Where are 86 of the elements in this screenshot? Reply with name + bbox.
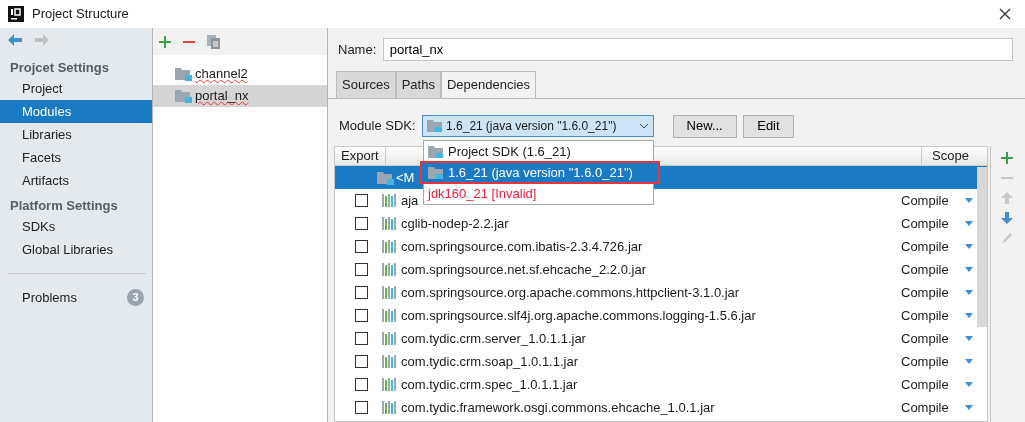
sidebar-item[interactable]: SDKs: [0, 215, 152, 238]
name-label: Name:: [338, 40, 377, 59]
caret-icon[interactable]: [964, 290, 973, 295]
checkbox[interactable]: [355, 309, 368, 322]
checkbox[interactable]: [355, 286, 368, 299]
scope-dropdown[interactable]: Compile: [901, 213, 949, 234]
library-icon: [382, 401, 396, 414]
section-heading: Projcet Settings: [9, 59, 110, 77]
sidebar-item[interactable]: Facets: [0, 146, 152, 169]
checkbox[interactable]: [355, 263, 368, 276]
section-heading: Platform Settings: [9, 197, 119, 215]
scope-dropdown[interactable]: Compile: [901, 397, 949, 418]
module-sdk-label: Module SDK:: [339, 117, 416, 136]
column-header: Export: [335, 146, 386, 166]
name-field[interactable]: portal_nx: [382, 38, 1013, 61]
module-item[interactable]: portal_nx: [153, 85, 327, 107]
checkbox[interactable]: [355, 217, 368, 230]
column-header: Scope: [921, 146, 969, 166]
checkbox[interactable]: [355, 240, 368, 253]
table-row[interactable]: com.tydic.crm.spec_1.0.1.1.jar Compile: [335, 373, 987, 396]
checkbox[interactable]: [355, 332, 368, 345]
folder-icon: [428, 144, 444, 159]
sidebar-item[interactable]: Libraries: [0, 123, 152, 146]
library-icon: [382, 355, 396, 368]
caret-icon[interactable]: [964, 336, 973, 341]
scope-dropdown[interactable]: Compile: [901, 305, 949, 326]
checkbox[interactable]: [355, 378, 368, 391]
checkbox[interactable]: [355, 194, 368, 207]
library-icon: [382, 194, 396, 207]
scope-dropdown[interactable]: Compile: [901, 282, 949, 303]
app-logo-icon: [8, 6, 24, 22]
library-icon: [382, 217, 396, 230]
module-folder-icon: [175, 89, 192, 103]
scrollbar[interactable]: [977, 167, 987, 327]
move-down-icon[interactable]: [1000, 212, 1013, 224]
scope-dropdown[interactable]: Compile: [901, 351, 949, 372]
module-sdk-dropdown[interactable]: 1.6_21 (java version "1.6.0_21"): [422, 115, 655, 137]
table-row[interactable]: com.tydic.crm.soap_1.0.1.1.jar Compile: [335, 350, 987, 373]
tab[interactable]: Sources: [336, 71, 396, 98]
window-title: Project Structure: [32, 5, 129, 24]
caret-icon[interactable]: [964, 405, 973, 410]
module-folder-icon: [175, 67, 192, 81]
dialog-button[interactable]: Edit: [743, 114, 794, 138]
caret-icon[interactable]: [964, 267, 973, 272]
caret-icon[interactable]: [964, 359, 973, 364]
dialog-button[interactable]: New...: [672, 114, 737, 138]
checkbox[interactable]: [355, 355, 368, 368]
library-icon: [382, 309, 396, 322]
scope-dropdown[interactable]: Compile: [901, 259, 949, 280]
library-icon: [382, 286, 396, 299]
library-icon: [382, 263, 396, 276]
tab[interactable]: Paths: [395, 71, 441, 98]
table-row[interactable]: com.tydic.framework.osgi.commons.ehcache_1.0.1.jar Compile: [335, 396, 987, 419]
sidebar-item[interactable]: Artifacts: [0, 169, 152, 192]
table-row[interactable]: com.tydic.crm.server_1.0.1.1.jar Compile: [335, 327, 987, 350]
tab[interactable]: Dependencies: [440, 71, 537, 98]
problems-item[interactable]: Problems: [22, 287, 77, 308]
scope-dropdown[interactable]: Compile: [901, 374, 949, 395]
sdk-option[interactable]: Project SDK (1.6_21): [424, 141, 653, 162]
add-icon[interactable]: [159, 35, 171, 48]
library-icon: [382, 240, 396, 253]
caret-icon: [639, 123, 650, 129]
count-badge: 3: [127, 289, 144, 306]
checkbox[interactable]: [355, 401, 368, 414]
sidebar-item[interactable]: Global Libraries: [0, 238, 152, 261]
copy-icon[interactable]: [207, 34, 221, 49]
caret-icon[interactable]: [964, 313, 973, 318]
scope-dropdown[interactable]: Compile: [901, 236, 949, 257]
library-icon: [382, 378, 396, 391]
caret-icon[interactable]: [964, 244, 973, 249]
sdk-option[interactable]: 1.6_21 (java version "1.6.0_21"): [421, 162, 659, 183]
module-item[interactable]: channel2: [153, 63, 327, 85]
scope-dropdown[interactable]: Compile: [901, 328, 949, 349]
add-icon[interactable]: [1000, 152, 1013, 164]
sidebar-item[interactable]: Modules: [0, 100, 152, 123]
sidebar-item[interactable]: Project: [0, 77, 152, 100]
caret-icon[interactable]: [964, 221, 973, 226]
close-icon[interactable]: [999, 8, 1011, 20]
folder-icon: [427, 119, 444, 133]
back-arrow-icon[interactable]: [8, 34, 22, 46]
caret-icon[interactable]: [964, 198, 973, 203]
caret-icon[interactable]: [964, 382, 973, 387]
scope-dropdown[interactable]: Compile: [901, 190, 949, 211]
module-folder-icon: [377, 170, 394, 185]
library-icon: [382, 332, 396, 345]
folder-icon: [428, 165, 444, 180]
